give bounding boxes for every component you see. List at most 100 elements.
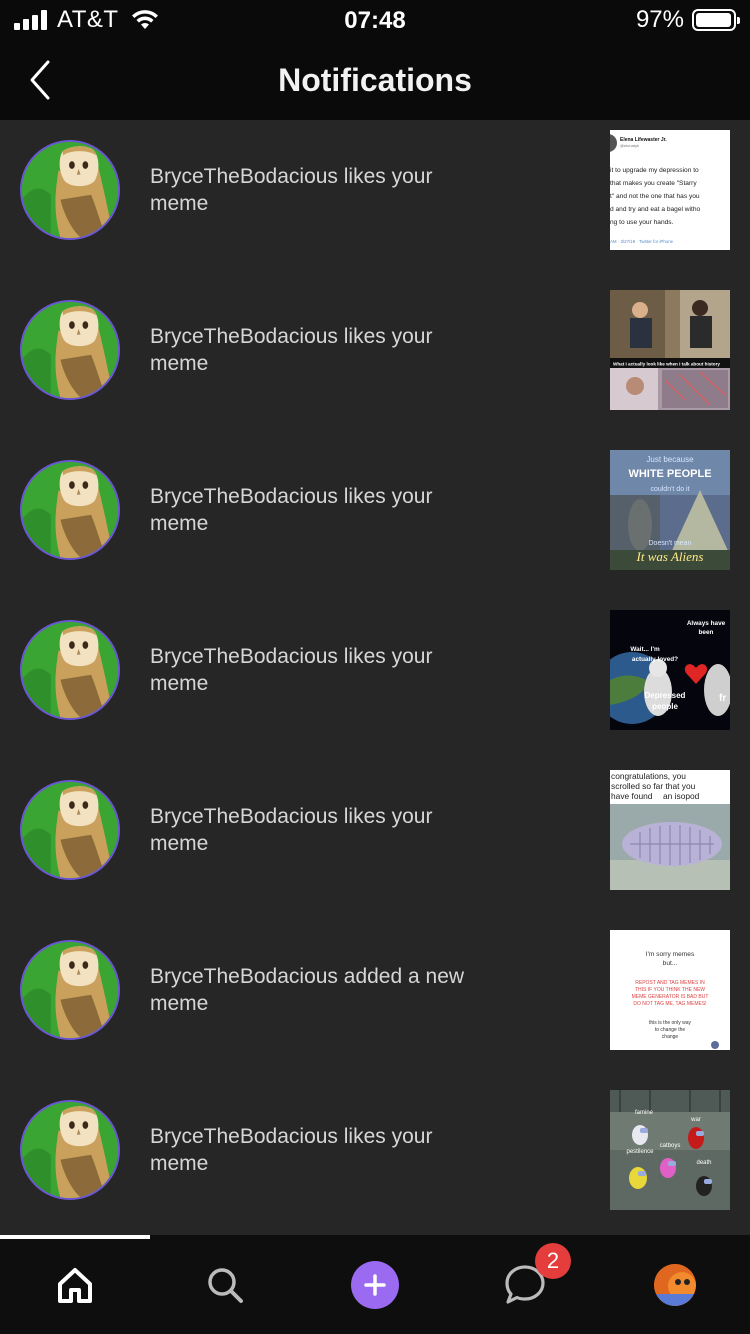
svg-text:Wait... I'm: Wait... I'm [630,646,660,653]
svg-text:this is the only way: this is the only way [649,1020,691,1026]
svg-text:Doesn't mean: Doesn't mean [649,540,692,547]
svg-text:but...: but... [663,960,678,967]
plus-icon [364,1274,386,1296]
svg-text:Depressed: Depressed [645,691,686,700]
notification-list[interactable]: BryceTheBodacious likes your meme Elena … [0,120,750,1235]
active-tab-indicator [0,1235,150,1239]
owl-avatar-icon [22,142,118,238]
astronaut-meme-image: Always have been Wait... I'm actually lo… [610,610,730,730]
svg-text:couldn't do it: couldn't do it [650,486,689,493]
svg-text:d and try and eat a bagel with: d and try and eat a bagel witho [610,206,701,213]
svg-text:change: change [662,1034,679,1040]
tab-profile[interactable] [600,1253,750,1317]
nav-header: Notifications [0,40,750,120]
status-right: 97% [635,6,740,34]
user-avatar[interactable] [20,300,120,400]
crewmate-red [688,1127,704,1149]
search-icon [208,1268,243,1303]
tab-home[interactable] [0,1253,150,1317]
aliens-meme-image: Just because WHITE PEOPLE couldn't do it… [610,450,730,570]
notification-text: BryceTheBodacious likes your meme [150,485,433,535]
svg-text:ng to use your hands.: ng to use your hands. [610,219,674,226]
svg-text:actually loved?: actually loved? [632,656,678,663]
svg-text:WHITE PEOPLE: WHITE PEOPLE [628,468,711,480]
svg-text:fr: fr [719,693,726,704]
svg-text:been: been [699,629,714,636]
meme-thumbnail[interactable]: Always have been Wait... I'm actually lo… [610,610,730,730]
svg-text:AM · 3/27/19 · Twitter for iPh: AM · 3/27/19 · Twitter for iPhone [610,239,674,244]
crewmate-yellow [629,1167,647,1189]
user-avatar[interactable] [20,460,120,560]
notification-text: BryceTheBodacious likes your meme [150,805,433,855]
meme-thumbnail[interactable]: What I actually look like when I talk ab… [610,290,730,410]
tab-messages[interactable]: 2 [450,1243,600,1317]
notification-row[interactable]: BryceTheBodacious added a new meme I'm s… [0,920,750,1080]
svg-text:scrolled so far that you: scrolled so far that you [611,781,696,791]
user-avatar[interactable] [20,940,120,1040]
owl-avatar-icon [22,782,118,878]
svg-text:t" and not the one that has yo: t" and not the one that has you [610,193,700,200]
notification-text: BryceTheBodacious likes your meme [150,645,433,695]
user-avatar[interactable] [20,1100,120,1200]
crewmate-white [632,1125,648,1145]
tab-search[interactable] [150,1253,300,1317]
svg-text:war: war [690,1117,701,1123]
svg-text:REPOST AND TAG MEMES IN: REPOST AND TAG MEMES IN [635,980,705,986]
battery-percent: 97% [635,6,684,33]
notification-row[interactable]: BryceTheBodacious likes your meme What I… [0,280,750,440]
add-button[interactable] [351,1261,399,1309]
svg-text:@elunatyk: @elunatyk [620,143,639,148]
owl-avatar-icon [22,462,118,558]
status-bar: AT&T 07:48 97% [0,0,750,40]
svg-text:death: death [696,1160,711,1166]
meme-thumbnail[interactable]: congratulations, you scrolled so far tha… [610,770,730,890]
among-us-meme-image: famine war pestilence catboys death [610,1090,730,1210]
profile-avatar [654,1264,696,1306]
page-title: Notifications [278,62,472,98]
notification-text: BryceTheBodacious added a new meme [150,965,465,1015]
tweet-meme-image: Elena Lifewaster Jr. @elunatyk it to upg… [610,130,730,250]
svg-text:it to upgrade my depression to: it to upgrade my depression to [610,167,699,174]
owl-avatar-icon [22,622,118,718]
notification-row[interactable]: BryceTheBodacious likes your meme Elena … [0,120,750,280]
meme-thumbnail[interactable]: I'm sorry memes but... REPOST AND TAG ME… [610,930,730,1050]
sorry-memes-image: I'm sorry memes but... REPOST AND TAG ME… [610,930,730,1050]
owl-avatar-icon [22,302,118,398]
svg-text:MEME GENERATOR IS BAD BUT: MEME GENERATOR IS BAD BUT [632,994,709,1000]
svg-text:Just because: Just because [646,455,694,464]
notification-row[interactable]: BryceTheBodacious likes your meme famine… [0,1080,750,1235]
tab-add[interactable] [300,1253,450,1317]
svg-text:It was Aliens: It was Aliens [636,549,704,564]
notification-row[interactable]: BryceTheBodacious likes your meme congra… [0,760,750,920]
message-count-badge: 2 [535,1243,571,1279]
svg-text:to change the: to change the [655,1027,686,1033]
home-icon [58,1268,92,1303]
owl-avatar-icon [22,1102,118,1198]
svg-text:congratulations, you: congratulations, you [611,771,686,781]
svg-text:THIS IF YOU THINK THE NEW: THIS IF YOU THINK THE NEW [635,987,705,993]
notification-row[interactable]: BryceTheBodacious likes your meme Just b… [0,440,750,600]
bottom-tab-bar: 2 [0,1235,750,1334]
svg-text:What I actually look like when: What I actually look like when I talk ab… [613,362,720,367]
notification-text: BryceTheBodacious likes your meme [150,165,433,215]
owl-avatar-icon [22,942,118,1038]
svg-text:famine: famine [635,1110,654,1116]
svg-text:that makes you create "Starry: that makes you create "Starry [610,180,697,187]
meme-thumbnail[interactable]: famine war pestilence catboys death [610,1090,730,1210]
notification-text: BryceTheBodacious likes your meme [150,1125,433,1175]
conversation-meme-image: What I actually look like when I talk ab… [610,290,730,410]
svg-text:an isopod: an isopod [663,791,700,801]
isopod-meme-image: congratulations, you scrolled so far tha… [610,770,730,890]
svg-text:Always have: Always have [687,620,726,627]
user-avatar[interactable] [20,780,120,880]
user-avatar[interactable] [20,620,120,720]
meme-thumbnail[interactable]: Just because WHITE PEOPLE couldn't do it… [610,450,730,570]
notification-text: BryceTheBodacious likes your meme [150,325,433,375]
svg-text:DO NOT TAG ME, TAG MEMES!: DO NOT TAG ME, TAG MEMES! [633,1001,706,1007]
crewmate-pink [660,1158,676,1178]
notification-row[interactable]: BryceTheBodacious likes your meme Always… [0,600,750,760]
crewmate-black [696,1176,712,1196]
meme-thumbnail[interactable]: Elena Lifewaster Jr. @elunatyk it to upg… [610,130,730,250]
user-avatar[interactable] [20,140,120,240]
svg-text:have found: have found [611,791,653,801]
